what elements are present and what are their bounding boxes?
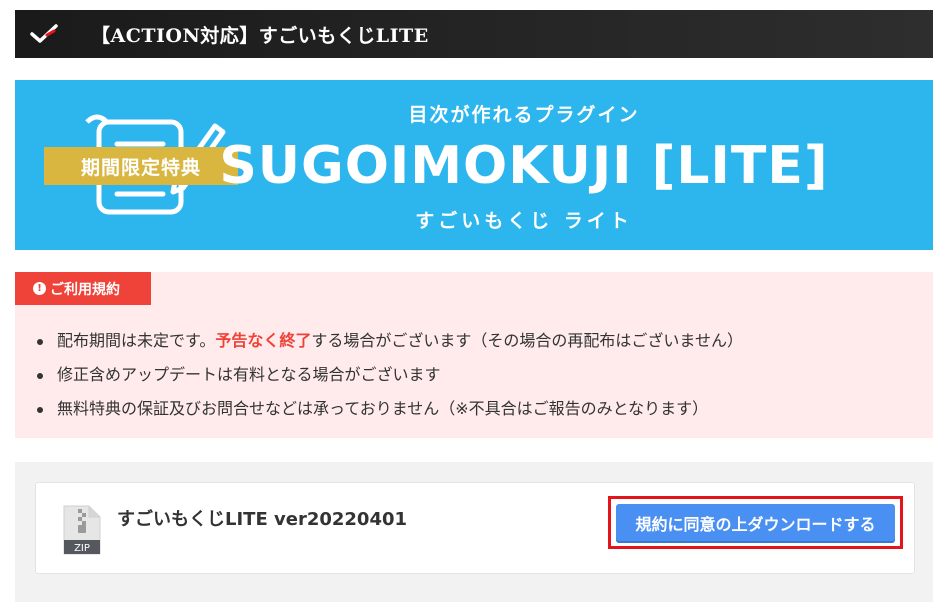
zip-file-icon: ZIP	[63, 505, 101, 559]
banner-subtitle: 目次が作れるプラグイン	[408, 104, 640, 126]
terms-text: 配布期間は未定です。	[57, 331, 216, 350]
title-bar: 【ACTION対応】すごいもくじLITE	[15, 10, 933, 58]
exclamation-icon: !	[33, 282, 46, 295]
terms-emphasis: 予告なく終了	[215, 331, 312, 350]
download-highlight: 規約に同意の上ダウンロードする	[608, 496, 903, 549]
zip-label: ZIP	[74, 543, 90, 554]
download-card: ZIP すごいもくじLITE ver20220401 規約に同意の上ダウンロード…	[35, 482, 915, 574]
list-item: 配布期間は未定です。予告なく終了する場合がございます（その場合の再配布はございま…	[37, 324, 743, 358]
list-item: 修正含めアップデートは有料となる場合がございます	[37, 358, 743, 392]
terms-label-text: ご利用規約	[50, 281, 120, 298]
list-item: 無料特典の保証及びお問合せなどは承っておりません（※不具合はご報告のみとなります…	[37, 392, 743, 426]
page-title: 【ACTION対応】すごいもくじLITE	[91, 24, 429, 47]
terms-text: する場合がございます（その場合の再配布はございません）	[311, 331, 743, 350]
download-button[interactable]: 規約に同意の上ダウンロードする	[616, 504, 895, 541]
file-name: すごいもくじLITE ver20220401	[117, 509, 408, 530]
product-banner: 期間限定特典 目次が作れるプラグイン SUGOIMOKUJI [LITE] すご…	[15, 80, 933, 250]
checkmark-icon	[29, 23, 69, 45]
terms-list: 配布期間は未定です。予告なく終了する場合がございます（その場合の再配布はございま…	[37, 324, 743, 426]
terms-box: ! ご利用規約 配布期間は未定です。予告なく終了する場合がございます（その場合の…	[15, 272, 933, 438]
banner-main-title: SUGOIMOKUJI [LITE]	[219, 136, 829, 196]
banner-kana-title: すごいもくじ ライト	[415, 210, 633, 232]
terms-label: ! ご利用規約	[15, 272, 151, 305]
download-section: ZIP すごいもくじLITE ver20220401 規約に同意の上ダウンロード…	[15, 462, 933, 602]
terms-text: 無料特典の保証及びお問合せなどは承っておりません（※不具合はご報告のみとなります…	[57, 399, 709, 418]
terms-text: 修正含めアップデートは有料となる場合がございます	[57, 365, 441, 384]
